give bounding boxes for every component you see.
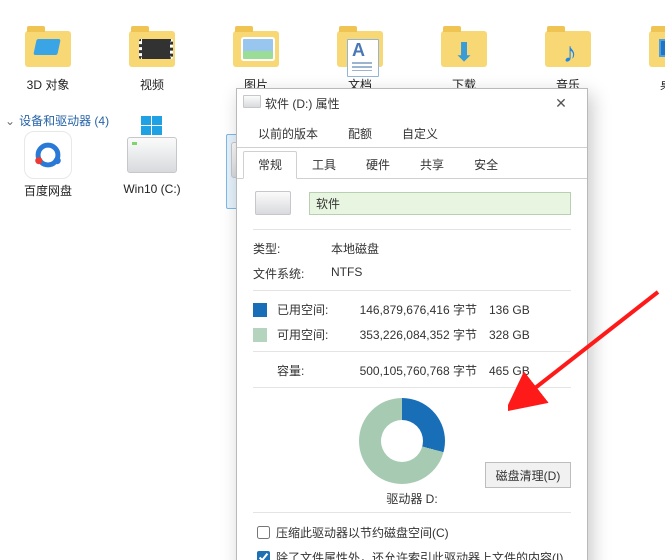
free-human: 328 GB <box>489 328 541 342</box>
filesystem-value: NTFS <box>331 265 362 282</box>
folder-music[interactable]: ♪ 音乐 <box>538 28 598 93</box>
tab-sharing[interactable]: 共享 <box>405 151 459 179</box>
tab-previous-versions[interactable]: 以前的版本 <box>243 120 333 148</box>
used-label: 已用空间: <box>277 301 337 318</box>
compress-checkbox[interactable] <box>257 526 270 539</box>
capacity-label: 容量: <box>277 362 337 379</box>
type-value: 本地磁盘 <box>331 240 379 257</box>
free-bytes: 353,226,084,352 字节 <box>337 326 489 343</box>
folder-pictures[interactable]: 图片 <box>226 28 286 93</box>
capacity-bytes: 500,105,760,768 字节 <box>337 362 489 379</box>
drive-icon <box>127 137 177 173</box>
folder-downloads[interactable]: ⬇ 下载 <box>434 28 494 93</box>
usage-pie-chart <box>359 398 445 484</box>
used-human: 136 GB <box>489 303 541 317</box>
section-devices-drives[interactable]: ⌄ 设备和驱动器 (4) <box>0 112 109 129</box>
tab-security[interactable]: 安全 <box>459 151 513 179</box>
dialog-title: 软件 (D:) 属性 <box>265 95 541 112</box>
tab-general[interactable]: 常规 <box>243 151 297 179</box>
tab-hardware[interactable]: 硬件 <box>351 151 405 179</box>
filesystem-label: 文件系统: <box>253 265 331 282</box>
icon-label: 视频 <box>140 76 164 93</box>
type-label: 类型: <box>253 240 331 257</box>
dialog-titlebar[interactable]: 软件 (D:) 属性 ✕ <box>237 89 587 117</box>
used-bytes: 146,879,676,416 字节 <box>337 301 489 318</box>
tab-row-bottom: 常规 工具 硬件 共享 安全 <box>237 150 587 179</box>
close-icon: ✕ <box>555 95 567 112</box>
icon-label: 桌面 <box>660 76 665 93</box>
tab-tools[interactable]: 工具 <box>297 151 351 179</box>
tab-row-top: 以前的版本 配额 自定义 <box>237 119 587 148</box>
free-label: 可用空间: <box>277 326 337 343</box>
compress-label: 压缩此驱动器以节约磁盘空间(C) <box>276 524 449 541</box>
icon-label: 3D 对象 <box>27 76 70 93</box>
tab-customize[interactable]: 自定义 <box>387 120 453 148</box>
index-checkbox-row[interactable]: 除了文件属性外，还允许索引此驱动器上文件的内容(I) <box>253 548 571 560</box>
drive-icon <box>243 95 259 111</box>
volume-name-input[interactable] <box>309 192 571 215</box>
compress-checkbox-row[interactable]: 压缩此驱动器以节约磁盘空间(C) <box>253 523 571 542</box>
free-space-row: 可用空间: 353,226,084,352 字节 328 GB <box>253 326 571 343</box>
icon-label: Win10 (C:) <box>123 182 180 196</box>
capacity-row: 容量: 500,105,760,768 字节 465 GB <box>253 362 571 379</box>
drive-c[interactable]: Win10 (C:) <box>122 134 182 209</box>
drive-icon <box>255 191 291 215</box>
baidu-icon <box>24 131 72 179</box>
windows-icon <box>141 116 163 136</box>
index-label: 除了文件属性外，还允许索引此驱动器上文件的内容(I) <box>276 549 563 560</box>
disk-cleanup-label: 磁盘清理(D) <box>496 467 561 484</box>
folder-documents[interactable]: 文档 <box>330 28 390 93</box>
used-swatch-icon <box>253 303 267 317</box>
properties-dialog: 软件 (D:) 属性 ✕ 以前的版本 配额 自定义 常规 工具 硬件 共享 安全… <box>236 88 588 560</box>
drive-label: 驱动器 D: <box>253 490 571 507</box>
used-space-row: 已用空间: 146,879,676,416 字节 136 GB <box>253 301 571 318</box>
folder-3d-objects[interactable]: 3D 对象 <box>18 28 78 93</box>
index-checkbox[interactable] <box>257 551 270 560</box>
free-swatch-icon <box>253 328 267 342</box>
chevron-down-icon: ⌄ <box>5 114 15 128</box>
close-button[interactable]: ✕ <box>541 92 581 114</box>
section-header-text: 设备和驱动器 (4) <box>19 114 109 128</box>
folder-desktop[interactable]: 桌面 <box>642 28 665 93</box>
disk-cleanup-button[interactable]: 磁盘清理(D) <box>485 462 571 488</box>
icon-label: 百度网盘 <box>24 182 72 199</box>
tab-quota[interactable]: 配额 <box>333 120 387 148</box>
capacity-human: 465 GB <box>489 364 541 378</box>
drive-baidu[interactable]: 百度网盘 <box>18 134 78 209</box>
folder-videos[interactable]: 视频 <box>122 28 182 93</box>
